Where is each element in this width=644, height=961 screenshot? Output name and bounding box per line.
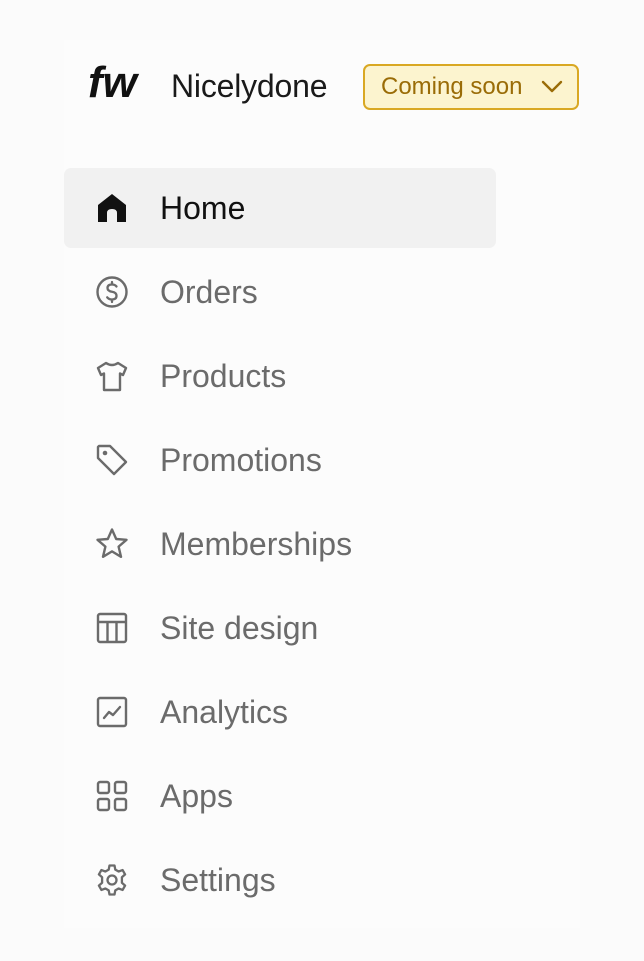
nav-item-products[interactable]: Products: [64, 336, 496, 416]
brand-name: Nicelydone: [171, 68, 328, 104]
status-label: Coming soon: [381, 73, 523, 100]
apps-grid-icon: [94, 778, 130, 814]
nav-item-apps[interactable]: Apps: [64, 756, 496, 836]
tag-icon: [94, 442, 130, 478]
nav-label: Products: [160, 358, 287, 394]
brand-logo[interactable]: fw: [88, 60, 150, 104]
nav-label: Home: [160, 190, 246, 226]
nav-item-home[interactable]: Home: [64, 168, 496, 248]
nav-item-memberships[interactable]: Memberships: [64, 504, 496, 584]
nav-label: Site design: [160, 610, 319, 646]
nav-label: Analytics: [160, 694, 289, 730]
nav-item-promotions[interactable]: Promotions: [64, 420, 496, 500]
home-icon: [94, 190, 130, 226]
layout-icon: [94, 610, 130, 646]
fw-logo-icon: fw: [88, 60, 140, 104]
svg-text:fw: fw: [88, 60, 140, 104]
chart-icon: [94, 694, 130, 730]
sidebar-nav: Home Orders Products Promotions Membersh…: [64, 168, 496, 924]
star-icon: [94, 526, 130, 562]
status-dropdown-button[interactable]: Coming soon: [363, 64, 579, 110]
nav-label: Promotions: [160, 442, 322, 478]
nav-label: Settings: [160, 862, 276, 898]
nav-item-orders[interactable]: Orders: [64, 252, 496, 332]
nav-item-site-design[interactable]: Site design: [64, 588, 496, 668]
nav-label: Orders: [160, 274, 258, 310]
nav-label: Memberships: [160, 526, 353, 562]
nav-label: Apps: [160, 778, 233, 814]
tshirt-icon: [94, 358, 130, 394]
chevron-down-icon: [541, 78, 563, 96]
sidebar-header: fw Nicelydone Coming soon: [88, 58, 580, 118]
nav-item-settings[interactable]: Settings: [64, 840, 496, 920]
dollar-circle-icon: [94, 274, 130, 310]
nav-item-analytics[interactable]: Analytics: [64, 672, 496, 752]
gear-icon: [94, 862, 130, 898]
